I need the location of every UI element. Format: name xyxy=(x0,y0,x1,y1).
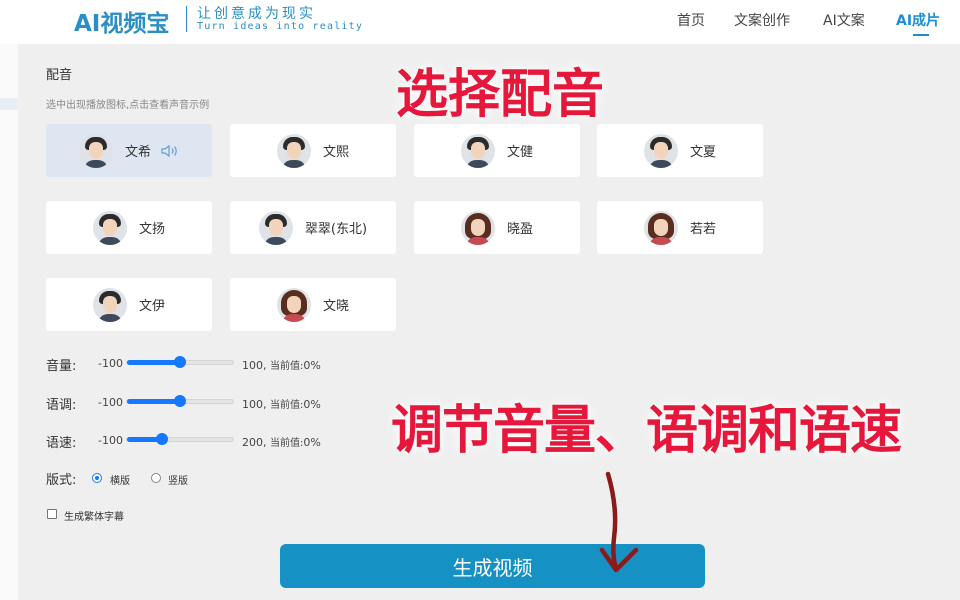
voice-card-wenjian[interactable]: 文健 xyxy=(414,124,580,177)
voice-name: 文希 xyxy=(124,145,151,160)
avatar xyxy=(78,133,113,168)
logo-divider xyxy=(186,6,187,32)
volume-label: 音量: xyxy=(46,359,77,374)
speed-max: 200 xyxy=(242,436,263,449)
radio-landscape[interactable] xyxy=(92,473,102,483)
voice-card-ruoruo[interactable]: 若若 xyxy=(597,201,763,254)
logo[interactable]: AI视频宝 xyxy=(74,4,169,38)
top-header: AI视频宝 让创意成为现实 Turn ideas into reality 首页… xyxy=(0,0,960,44)
pitch-current-label: 当前值: xyxy=(270,400,304,411)
pitch-min: -100 xyxy=(98,396,123,409)
avatar xyxy=(643,210,678,245)
logo-slogan: 让创意成为现实 xyxy=(197,6,316,22)
radio-landscape-label[interactable]: 横版 xyxy=(110,472,130,487)
format-label: 版式: xyxy=(46,473,77,488)
avatar xyxy=(460,210,495,245)
voice-name: 若若 xyxy=(689,222,716,237)
avatar xyxy=(276,133,311,168)
speed-min: -100 xyxy=(98,434,123,447)
speed-current-label: 当前值: xyxy=(270,438,304,449)
voice-name: 文夏 xyxy=(689,145,716,160)
voice-card-cuicui[interactable]: 翠翠(东北) xyxy=(230,201,396,254)
avatar xyxy=(460,133,495,168)
annotation-select-voice: 选择配音 xyxy=(396,65,605,125)
speed-current-value: 0% xyxy=(303,436,321,449)
voice-section-hint: 选中出现播放图标,点击查看声音示例 xyxy=(46,100,210,111)
arrow-down-icon xyxy=(599,471,639,573)
nav-copywriting[interactable]: 文案创作 xyxy=(734,10,790,30)
voice-name: 翠翠(东北) xyxy=(304,222,368,237)
pitch-slider[interactable] xyxy=(126,395,234,407)
nav-active-indicator xyxy=(913,34,929,36)
traditional-subtitle-checkbox[interactable] xyxy=(47,509,57,519)
voice-section-title: 配音 xyxy=(46,68,73,83)
volume-max: 100 xyxy=(242,359,263,372)
pitch-current-value: 0% xyxy=(303,398,321,411)
voice-card-wenyi[interactable]: 文伊 xyxy=(46,278,212,331)
speed-readout: 200, 当前值:0% xyxy=(242,436,321,449)
voice-name: 文伊 xyxy=(138,299,165,314)
voice-card-wenxiao[interactable]: 文晓 xyxy=(230,278,396,331)
voice-name: 文晓 xyxy=(322,299,349,314)
pitch-max: 100 xyxy=(242,398,263,411)
left-margin-mark xyxy=(0,98,18,110)
voice-card-wenyang[interactable]: 文扬 xyxy=(46,201,212,254)
slider-fill xyxy=(127,360,180,365)
voice-card-wenxi2[interactable]: 文熙 xyxy=(230,124,396,177)
avatar xyxy=(92,210,127,245)
radio-portrait[interactable] xyxy=(151,473,161,483)
voice-name: 文熙 xyxy=(322,145,349,160)
avatar xyxy=(276,287,311,322)
voice-name: 晓盈 xyxy=(506,222,533,237)
volume-current-label: 当前值: xyxy=(270,361,304,372)
avatar xyxy=(258,210,293,245)
pitch-readout: 100, 当前值:0% xyxy=(242,398,321,411)
speed-slider[interactable] xyxy=(126,433,234,445)
annotation-adjust: 调节音量、语调和语速 xyxy=(391,401,902,461)
voice-card-wenxi[interactable]: 文希 xyxy=(46,124,212,177)
voice-name: 文扬 xyxy=(138,222,165,237)
voice-name: 文健 xyxy=(506,145,533,160)
voice-card-xiaoying[interactable]: 晓盈 xyxy=(414,201,580,254)
logo-slogan-english: Turn ideas into reality xyxy=(197,21,364,32)
slider-thumb[interactable] xyxy=(174,395,186,407)
speaker-icon[interactable] xyxy=(161,144,179,158)
nav-ai-copy[interactable]: AI文案 xyxy=(823,10,865,30)
avatar xyxy=(643,133,678,168)
radio-portrait-label[interactable]: 竖版 xyxy=(168,472,188,487)
volume-readout: 100, 当前值:0% xyxy=(242,359,321,372)
voice-card-wenxia[interactable]: 文夏 xyxy=(597,124,763,177)
traditional-subtitle-label[interactable]: 生成繁体字幕 xyxy=(64,508,124,523)
slider-thumb[interactable] xyxy=(174,356,186,368)
pitch-label: 语调: xyxy=(46,398,77,413)
slider-fill xyxy=(127,399,180,404)
volume-slider[interactable] xyxy=(126,356,234,368)
speed-label: 语速: xyxy=(46,436,77,451)
left-margin xyxy=(0,44,18,600)
nav-ai-video[interactable]: AI成片 xyxy=(896,10,940,30)
nav-home[interactable]: 首页 xyxy=(677,10,705,30)
volume-min: -100 xyxy=(98,357,123,370)
avatar xyxy=(92,287,127,322)
volume-current-value: 0% xyxy=(303,359,321,372)
